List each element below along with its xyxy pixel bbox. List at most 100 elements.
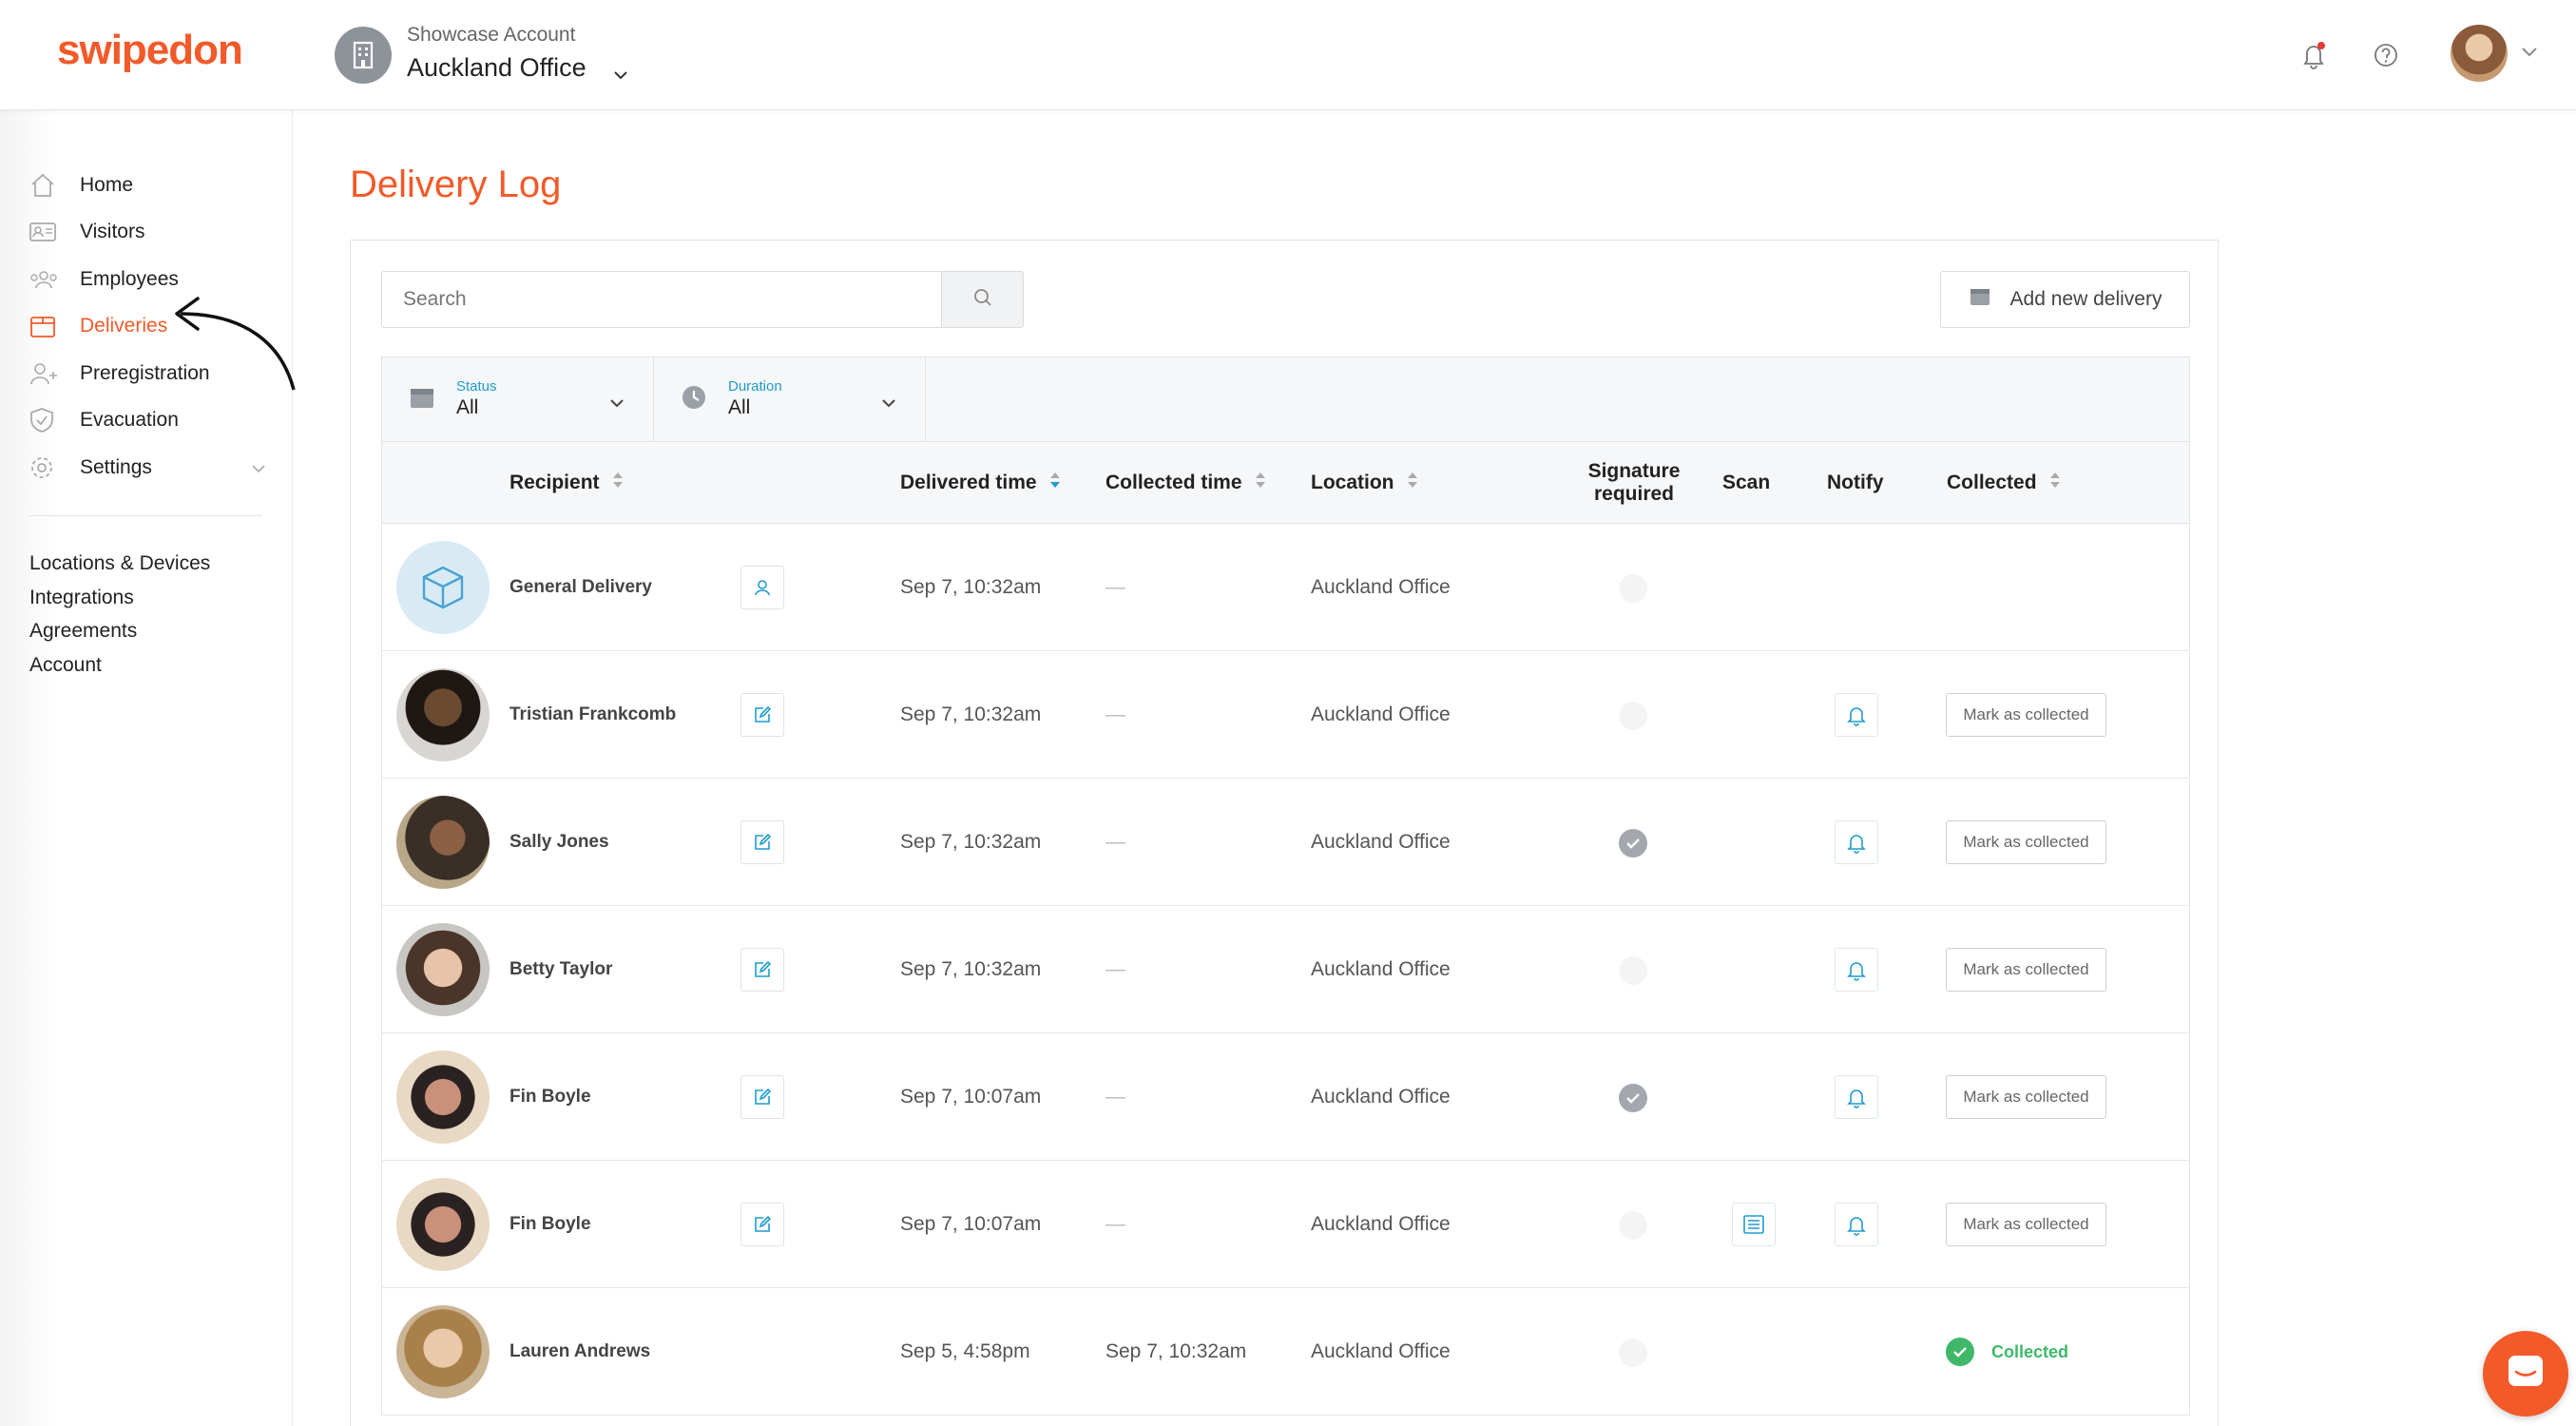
shield-icon — [29, 406, 61, 434]
assign-recipient-button[interactable] — [740, 566, 784, 609]
bell-icon — [1847, 1089, 1866, 1108]
location: Auckland Office — [1311, 703, 1451, 725]
location: Auckland Office — [1311, 831, 1451, 853]
edit-button[interactable] — [740, 1075, 784, 1119]
table-row[interactable]: General Delivery Sep 7, 10:32am — Auckland … — [381, 524, 2190, 651]
filter-bar: Status All Duration All — [381, 356, 2190, 442]
package-icon — [1969, 286, 1991, 313]
sidebar-item-settings[interactable]: Settings — [29, 444, 266, 491]
column-header-label: Collected time — [1105, 472, 1242, 493]
notify-button[interactable] — [1835, 820, 1878, 864]
delivered-time: Sep 5, 4:58pm — [900, 1340, 1030, 1362]
recipient-name: General Delivery — [509, 577, 652, 597]
employees-icon — [29, 265, 61, 294]
search-icon — [972, 287, 993, 313]
edit-button[interactable] — [740, 820, 784, 864]
notification-bell-icon[interactable] — [2295, 36, 2333, 74]
add-new-delivery-button[interactable]: Add new delivery — [1940, 271, 2190, 328]
sidebar-item-evacuation[interactable]: Evacuation — [29, 397, 266, 445]
edit-button[interactable] — [740, 1203, 784, 1246]
table-row[interactable]: Sally Jones Sep 7, 10:32am — Auckland Offic… — [381, 779, 2190, 906]
signature-not-required-icon — [1619, 574, 1647, 603]
notify-button[interactable] — [1835, 693, 1878, 737]
signature-required-check-icon — [1619, 829, 1647, 858]
collected-time: — — [1105, 1086, 1125, 1108]
column-header-notify: Notify — [1827, 442, 1884, 524]
column-header-collected[interactable]: Collected — [1947, 442, 2062, 524]
avatar — [396, 1050, 490, 1144]
annotation-arrow — [175, 297, 296, 391]
notify-button[interactable] — [1835, 948, 1878, 992]
mark-as-collected-button[interactable]: Mark as collected — [1946, 693, 2106, 737]
mark-as-collected-button[interactable]: Mark as collected — [1946, 820, 2106, 864]
signature-not-required-icon — [1619, 1339, 1647, 1367]
delivered-time: Sep 7, 10:07am — [900, 1213, 1042, 1235]
clock-icon — [681, 384, 707, 415]
search-button[interactable] — [941, 271, 1024, 328]
column-header-label: Scan — [1722, 472, 1771, 493]
delivery-table: Status All Duration All Recipient Delive… — [381, 356, 2190, 1416]
add-new-delivery-label: Add new delivery — [2009, 288, 2163, 310]
column-header-label: Delivered time — [900, 472, 1037, 493]
sidebar-item-label: Visitors — [80, 221, 145, 243]
collected-label: Collected — [1991, 1341, 2069, 1361]
status-filter[interactable]: Status All — [382, 357, 654, 441]
scan-document-button[interactable] — [1732, 1203, 1776, 1246]
duration-filter-value: All — [728, 396, 751, 418]
notify-button[interactable] — [1835, 1075, 1878, 1119]
sidebar-link-integrations[interactable]: Integrations — [29, 584, 210, 618]
table-row[interactable]: Tristian Frankcomb Sep 7, 10:32am — Aucklan… — [381, 651, 2190, 779]
sidebar-link-locations-devices[interactable]: Locations & Devices — [29, 549, 210, 584]
mark-as-collected-button[interactable]: Mark as collected — [1946, 1075, 2106, 1119]
column-header-location[interactable]: Location — [1311, 442, 1419, 524]
edit-button[interactable] — [740, 693, 784, 737]
sidebar-link-account[interactable]: Account — [29, 651, 210, 685]
edit-button[interactable] — [740, 948, 784, 992]
column-header-label: Signature — [1587, 460, 1681, 482]
user-icon — [755, 580, 770, 596]
avatar — [396, 1305, 490, 1398]
bell-icon — [1847, 707, 1866, 726]
table-row[interactable]: Lauren Andrews Sep 5, 4:58pm Sep 7, 10:32a… — [381, 1288, 2190, 1416]
sidebar-divider — [29, 515, 262, 516]
column-header-delivered-time[interactable]: Delivered time — [900, 442, 1062, 524]
sidebar-item-home[interactable]: Home — [29, 162, 266, 209]
chevron-down-icon[interactable] — [613, 55, 628, 87]
chevron-down-icon — [609, 395, 625, 413]
column-header-recipient[interactable]: Recipient — [509, 442, 625, 524]
table-row[interactable]: Fin Boyle Sep 7, 10:07am — Auckland Office M… — [381, 1161, 2190, 1288]
visitor-card-icon — [29, 218, 61, 246]
chat-launcher-button[interactable] — [2483, 1331, 2568, 1416]
chevron-down-icon[interactable] — [251, 456, 266, 479]
sidebar-secondary-nav: Locations & Devices Integrations Agreeme… — [29, 549, 210, 684]
mark-as-collected-button[interactable]: Mark as collected — [1946, 948, 2106, 992]
swipedon-logo[interactable]: swipedon — [57, 27, 243, 74]
sidebar-link-agreements[interactable]: Agreements — [29, 617, 210, 651]
column-header-scan: Scan — [1722, 442, 1770, 524]
recipient-name: Sally Jones — [509, 832, 609, 852]
edit-icon — [755, 833, 772, 850]
location: Auckland Office — [1311, 576, 1451, 598]
notify-button[interactable] — [1835, 1203, 1878, 1246]
search-input[interactable] — [381, 271, 942, 328]
table-row[interactable]: Betty Taylor Sep 7, 10:32am — Auckland Offi… — [381, 906, 2190, 1033]
sort-icon — [1406, 471, 1419, 495]
account-switcher[interactable]: Showcase Account Auckland Office — [335, 23, 628, 87]
duration-filter[interactable]: Duration All — [654, 357, 926, 441]
recipient-name: Tristian Frankcomb — [509, 704, 677, 724]
collected-time: — — [1105, 576, 1125, 598]
delivered-time: Sep 7, 10:32am — [900, 576, 1042, 598]
collected-time: — — [1105, 831, 1125, 853]
gear-icon — [29, 453, 61, 482]
location: Auckland Office — [1311, 1213, 1451, 1235]
status-filter-value: All — [456, 396, 479, 418]
column-header-collected-time[interactable]: Collected time — [1105, 442, 1267, 524]
signature-required-check-icon — [1619, 1084, 1647, 1112]
help-icon[interactable] — [2367, 36, 2405, 74]
mark-as-collected-button[interactable]: Mark as collected — [1946, 1203, 2106, 1246]
chevron-down-icon[interactable] — [2521, 46, 2538, 63]
sidebar-item-visitors[interactable]: Visitors — [29, 209, 266, 257]
collected-time: — — [1105, 958, 1125, 980]
user-avatar[interactable] — [2451, 25, 2508, 82]
table-row[interactable]: Fin Boyle Sep 7, 10:07am — Auckland Office M… — [381, 1033, 2190, 1161]
